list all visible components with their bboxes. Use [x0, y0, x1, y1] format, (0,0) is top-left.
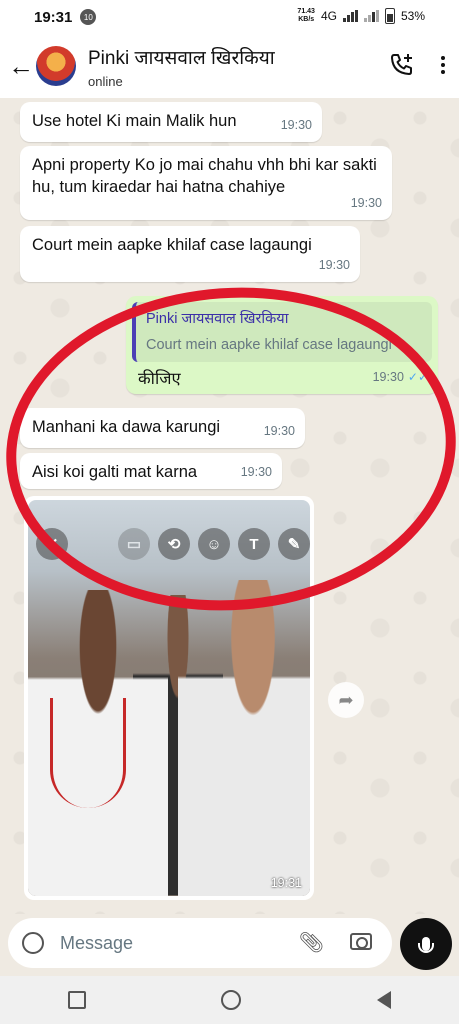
message-bubble[interactable]: Use hotel Ki main Malik hun 19:30	[20, 102, 322, 142]
photo-time: 19:31	[270, 876, 302, 890]
contact-status: online	[88, 73, 123, 89]
header-actions	[389, 52, 445, 78]
contact-name: Pinki जायसवाल खिरकिया	[88, 47, 275, 69]
battery-percent: 53%	[400, 9, 425, 23]
mic-button[interactable]	[400, 918, 452, 970]
back-nav-icon[interactable]	[377, 991, 392, 1009]
attach-icon[interactable]: 📎︎	[299, 930, 324, 955]
signal-icon	[342, 10, 358, 22]
mic-icon	[418, 937, 434, 953]
message-time: 19:30	[318, 258, 350, 272]
back-arrow-icon[interactable]: ←	[8, 53, 34, 79]
message-composer: 📎︎	[8, 918, 392, 968]
net-speed-value: 71.43	[297, 8, 315, 15]
message-bubble[interactable]: Court mein aapke khilaf case lagaungi 19…	[20, 226, 360, 282]
notification-badge: 10	[80, 9, 97, 25]
message-time: 19:30	[280, 118, 312, 132]
camera-icon[interactable]	[350, 933, 372, 950]
add-call-icon[interactable]	[389, 52, 415, 78]
message-text: Court mein aapke khilaf case lagaungi	[32, 236, 312, 254]
status-bar: 19:31 10 71.43 KB/s 4G 53%	[0, 0, 459, 34]
message-bubble[interactable]: Apni property Ko jo mai chahu vhh bhi ka…	[20, 146, 392, 220]
signal-2-icon	[363, 10, 379, 22]
chat-header: ← Pinki जायसवाल खिरकिया online	[0, 34, 459, 98]
network-type: 4G	[320, 9, 337, 23]
status-time: 19:31	[34, 8, 73, 26]
status-right: 71.43 KB/s 4G 53%	[297, 8, 425, 24]
chat-area[interactable]: Use hotel Ki main Malik hun 19:30 Apni p…	[0, 98, 459, 914]
avatar[interactable]	[36, 46, 76, 86]
home-icon[interactable]	[221, 990, 242, 1010]
net-speed: 71.43 KB/s	[297, 8, 315, 24]
photo-figure-right	[178, 580, 310, 896]
sticker-emoji-icon[interactable]	[22, 932, 44, 954]
recents-icon[interactable]	[67, 991, 86, 1009]
contact-info[interactable]: Pinki जायसवाल खिरकिया online	[88, 44, 275, 89]
message-input[interactable]	[58, 931, 282, 955]
forward-icon[interactable]: ➦	[328, 682, 364, 718]
message-time: 19:30	[350, 196, 382, 210]
system-nav-bar	[0, 976, 459, 1024]
message-text: Use hotel Ki main Malik hun	[32, 112, 237, 130]
more-options-icon[interactable]	[441, 56, 445, 74]
message-text: Apni property Ko jo mai chahu vhh bhi ka…	[32, 156, 377, 196]
net-speed-unit: KB/s	[298, 16, 315, 23]
battery-icon	[384, 8, 395, 24]
photo-lanyard	[50, 698, 126, 808]
